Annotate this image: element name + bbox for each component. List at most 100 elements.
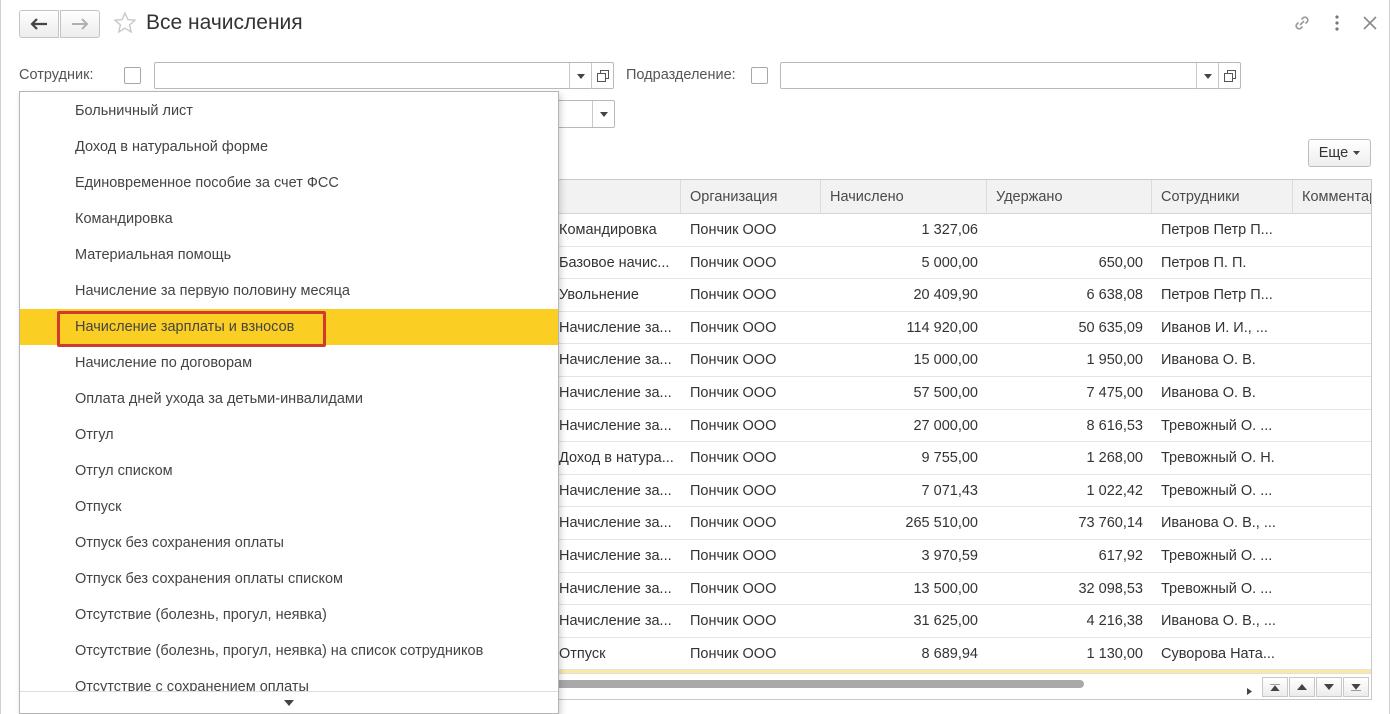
scroll-to-bottom-button[interactable] bbox=[1343, 677, 1369, 697]
dropdown-item[interactable]: Отсутствие (болезнь, прогул, неявка) на … bbox=[20, 633, 558, 669]
cell-type: Начисление за... bbox=[559, 482, 672, 499]
dropdown-item[interactable]: Начисление за первую половину месяца bbox=[20, 273, 558, 309]
back-button[interactable] bbox=[19, 10, 59, 38]
cell-employees: Тревожный О. ... bbox=[1161, 482, 1273, 499]
employee-dropdown-button[interactable] bbox=[569, 63, 591, 89]
cell-employees: Тревожный О. Н. bbox=[1161, 450, 1275, 467]
cell-comment bbox=[1293, 540, 1371, 572]
cell-withheld: 1 268,00 bbox=[1086, 450, 1143, 467]
column-header-comment[interactable]: Комментарий bbox=[1293, 180, 1371, 214]
selection-highlight-frame bbox=[57, 311, 326, 347]
chevron-down-icon bbox=[1353, 151, 1361, 155]
dropdown-item[interactable]: Начисление по договорам bbox=[20, 345, 558, 381]
cell-withheld: 617,92 bbox=[1098, 548, 1143, 564]
dropdown-item[interactable]: Отгул списком bbox=[20, 453, 558, 489]
cell-comment bbox=[1293, 312, 1371, 344]
link-icon[interactable] bbox=[1291, 12, 1313, 34]
cell-comment bbox=[1293, 442, 1371, 474]
cell-withheld: 8 616,53 bbox=[1086, 417, 1143, 434]
cell-employees: Петров Петр П... bbox=[1161, 287, 1273, 304]
more-button[interactable]: Еще bbox=[1308, 139, 1371, 167]
cell-employees: Иванова О. В. bbox=[1161, 352, 1256, 369]
cell-organization: Пончик ООО bbox=[690, 319, 777, 336]
cell-comment bbox=[1293, 344, 1371, 376]
cell-withheld: 32 098,53 bbox=[1078, 580, 1143, 597]
column-header-organization[interactable]: Организация bbox=[681, 180, 821, 214]
employee-open-button[interactable] bbox=[591, 63, 613, 89]
employee-filter-checkbox[interactable] bbox=[124, 67, 141, 84]
favorite-star-icon[interactable] bbox=[113, 11, 137, 39]
cell-type: Начисление за... bbox=[559, 319, 672, 336]
scroll-down-button[interactable] bbox=[1316, 677, 1342, 697]
cell-comment bbox=[1293, 605, 1371, 637]
cell-accrued: 3 970,59 bbox=[921, 548, 978, 564]
scroll-right-icon[interactable] bbox=[1247, 683, 1252, 699]
scrollbar-thumb[interactable] bbox=[480, 680, 1084, 688]
cell-type: Командировка bbox=[559, 222, 657, 238]
cell-type: Базовое начис... bbox=[559, 254, 670, 271]
cell-withheld: 50 635,09 bbox=[1078, 319, 1143, 336]
cell-comment bbox=[1293, 410, 1371, 442]
document-type-dropdown-list: Больничный лист Доход в натуральной форме… bbox=[19, 91, 559, 714]
department-dropdown-button[interactable] bbox=[1196, 63, 1218, 89]
dropdown-item[interactable]: Отпуск без сохранения оплаты bbox=[20, 525, 558, 561]
dropdown-item[interactable]: Материальная помощь bbox=[20, 237, 558, 273]
department-filter-field[interactable] bbox=[780, 62, 1241, 89]
cell-organization: Пончик ООО bbox=[690, 548, 777, 564]
dropdown-item[interactable]: Оплата дней ухода за детьми-инвалидами bbox=[20, 381, 558, 417]
cell-type: Доход в натура... bbox=[559, 450, 674, 467]
dropdown-item[interactable]: Отсутствие (болезнь, прогул, неявка) bbox=[20, 597, 558, 633]
cell-accrued: 15 000,00 bbox=[913, 352, 978, 369]
cell-organization: Пончик ООО bbox=[690, 515, 777, 532]
cell-accrued: 7 071,43 bbox=[921, 482, 978, 499]
chevron-down-icon bbox=[1203, 73, 1212, 79]
cell-organization: Пончик ООО bbox=[690, 385, 777, 401]
scroll-to-top-button[interactable] bbox=[1262, 677, 1288, 697]
more-menu-icon[interactable] bbox=[1326, 12, 1348, 34]
cell-accrued: 1 327,06 bbox=[921, 222, 978, 238]
column-header-withheld[interactable]: Удержано bbox=[987, 180, 1152, 214]
dropdown-item[interactable]: Отпуск без сохранения оплаты списком bbox=[20, 561, 558, 597]
last-row-icon bbox=[1351, 683, 1361, 691]
cell-withheld: 1 130,00 bbox=[1086, 645, 1143, 662]
open-window-icon bbox=[596, 70, 609, 82]
scroll-up-button[interactable] bbox=[1289, 677, 1315, 697]
dropdown-item[interactable]: Отпуск bbox=[20, 489, 558, 525]
cell-accrued: 265 510,00 bbox=[905, 515, 978, 532]
chevron-down-icon bbox=[576, 73, 585, 79]
dropdown-item[interactable]: Отгул bbox=[20, 417, 558, 453]
document-type-dropdown-button[interactable] bbox=[592, 101, 614, 127]
first-row-icon bbox=[1270, 683, 1280, 691]
chevron-down-icon bbox=[599, 111, 608, 117]
cell-withheld: 4 216,38 bbox=[1086, 613, 1143, 630]
dropdown-item[interactable]: Командировка bbox=[20, 201, 558, 237]
dropdown-item[interactable]: Единовременное пособие за счет ФСС bbox=[20, 165, 558, 201]
cell-employees: Петров Петр П... bbox=[1161, 222, 1273, 238]
employee-filter-label: Сотрудник: bbox=[19, 67, 94, 83]
cell-employees: Иванова О. В., ... bbox=[1161, 613, 1276, 630]
cell-comment bbox=[1293, 377, 1371, 409]
cell-accrued: 8 689,94 bbox=[921, 645, 978, 662]
cell-organization: Пончик ООО bbox=[690, 482, 777, 499]
forward-button[interactable] bbox=[60, 10, 100, 38]
cell-comment bbox=[1293, 638, 1371, 670]
cell-type: Начисление за... bbox=[559, 352, 672, 369]
cell-employees: Петров П. П. bbox=[1161, 254, 1247, 271]
cell-type: Начисление за... bbox=[559, 548, 672, 564]
column-header-accrued[interactable]: Начислено bbox=[821, 180, 987, 214]
employee-filter-field[interactable] bbox=[154, 62, 614, 89]
department-filter-checkbox[interactable] bbox=[751, 67, 768, 84]
close-icon[interactable] bbox=[1359, 12, 1381, 34]
column-header-employees[interactable]: Сотрудники bbox=[1152, 180, 1293, 214]
dropdown-item[interactable]: Больничный лист bbox=[20, 93, 558, 129]
cell-accrued: 31 625,00 bbox=[913, 613, 978, 630]
cell-accrued: 20 409,90 bbox=[913, 287, 978, 304]
cell-accrued: 114 920,00 bbox=[906, 319, 979, 336]
cell-organization: Пончик ООО bbox=[690, 222, 777, 238]
cell-accrued: 57 500,00 bbox=[913, 385, 978, 401]
dropdown-scroll-down[interactable] bbox=[20, 691, 558, 713]
dropdown-item[interactable]: Доход в натуральной форме bbox=[20, 129, 558, 165]
department-open-button[interactable] bbox=[1218, 63, 1240, 89]
cell-type: Начисление за... bbox=[559, 613, 672, 630]
cell-organization: Пончик ООО bbox=[690, 352, 777, 369]
